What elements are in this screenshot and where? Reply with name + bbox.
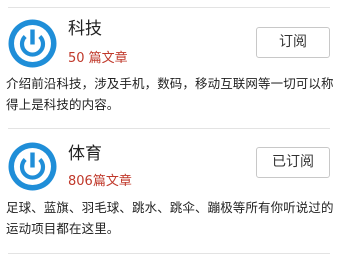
divider [8,7,330,8]
category-description: 足球、蓝旗、羽毛球、跳水、跳伞、蹦极等所有你听说过的运动项目都在这里。 [6,200,334,236]
subscribed-button[interactable]: 已订阅 [256,147,330,178]
article-count: 806篇文章 [68,174,132,189]
category-list: 科技 50 篇文章 订阅 介绍前沿科技，涉及手机，数码，移动互联网等一切可以称得… [0,0,346,260]
divider [8,253,330,254]
article-count: 50 篇文章 [68,51,128,66]
power-icon [8,19,57,68]
category-title: 体育 [68,144,102,164]
divider [8,128,330,129]
power-icon [8,142,57,191]
category-title: 科技 [68,19,102,39]
subscribe-button[interactable]: 订阅 [256,27,330,58]
category-description: 介绍前沿科技，涉及手机，数码，移动互联网等一切可以称得上是科技的内容。 [6,76,334,112]
